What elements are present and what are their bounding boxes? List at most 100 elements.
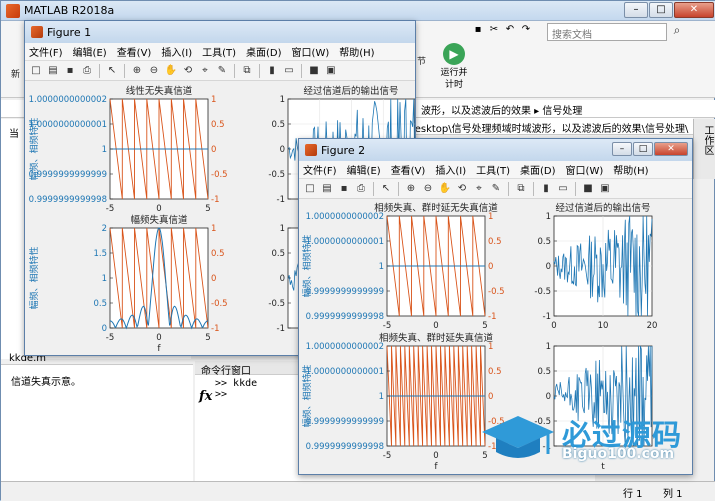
fig-close-button[interactable]: ✕ (654, 142, 688, 156)
open-icon[interactable]: ▤ (46, 64, 60, 78)
figure-2-toolbar: □ ▤ ▪ ⎙ ↖ ⊕ ⊖ ✋ ⟲ ⌖ ✎ ⧉ ▮ ▭ ■ ▣ (299, 179, 692, 199)
pan-icon[interactable]: ✋ (164, 64, 178, 78)
maximize-button[interactable]: □ (649, 2, 673, 18)
f1-s3-title: 幅频失真信道 (130, 214, 188, 226)
menu-desktop[interactable]: 桌面(D) (246, 44, 282, 59)
run-and-time-button[interactable]: ▶ 运行并 计时 (436, 43, 472, 91)
new-figure-icon[interactable]: □ (303, 182, 317, 196)
f2-s1-ytick-label: 1.0000000000002 (306, 212, 384, 222)
brush-icon[interactable]: ✎ (489, 182, 503, 196)
zoom-in-icon[interactable]: ⊕ (130, 64, 144, 78)
save-icon[interactable]: ▪ (337, 182, 351, 196)
f2-s3-ytick-right-label: 0 (488, 392, 493, 402)
brush-icon[interactable]: ✎ (215, 64, 229, 78)
colorbar-icon[interactable]: ▮ (265, 64, 279, 78)
f2-s1-title: 相频失真、群时延无失真信道 (374, 202, 498, 214)
pointer-icon[interactable]: ↖ (379, 182, 393, 196)
workspace-tab[interactable]: 工作区 (693, 119, 715, 179)
redo-icon[interactable]: ↷ (519, 23, 533, 37)
open-icon[interactable]: ▤ (320, 182, 334, 196)
fig-minimize-button[interactable]: – (612, 142, 632, 156)
menu-edit[interactable]: 编辑(E) (347, 162, 381, 177)
menu-insert[interactable]: 插入(I) (435, 162, 466, 177)
zoom-out-icon[interactable]: ⊖ (421, 182, 435, 196)
new-figure-icon[interactable]: □ (29, 64, 43, 78)
figure-1-title: Figure 1 (47, 25, 92, 39)
hide-tools-icon[interactable]: ■ (581, 182, 595, 196)
current-folder-path[interactable]: Desktop\信号处理频域时域波形，以及滤波后的效果\信号处理\ (403, 118, 693, 135)
cut-icon[interactable]: ✂ (487, 23, 501, 37)
menu-view[interactable]: 查看(V) (391, 162, 426, 177)
f1-s3-ytick-label: 1.5 (93, 249, 107, 259)
fig-maximize-button[interactable]: □ (633, 142, 653, 156)
search-icon[interactable]: ⌕ (669, 23, 685, 41)
menu-help[interactable]: 帮助(H) (613, 162, 648, 177)
f1-s3-ytick-label: 0.5 (93, 299, 107, 309)
f1-s3-ytick-right-label: -1 (211, 324, 219, 334)
f1-s1-ytick-label: 0.9999999999998 (29, 195, 107, 205)
menu-help[interactable]: 帮助(H) (339, 44, 374, 59)
graduation-cap-icon (482, 416, 554, 458)
f2-s4-ytick-label: 0 (546, 392, 551, 402)
f1-s3-xtick-label: -5 (106, 333, 114, 343)
f1-s2-ytick-label: 1 (280, 95, 285, 105)
title-bar: MATLAB R2018a – □ ✕ (1, 1, 715, 21)
dock-icon[interactable]: ▣ (324, 64, 338, 78)
menu-view[interactable]: 查看(V) (117, 44, 152, 59)
search-input[interactable]: 搜索文档 (547, 23, 667, 41)
data-cursor-icon[interactable]: ⌖ (472, 182, 486, 196)
link-icon[interactable]: ⧉ (240, 64, 254, 78)
f1-s1-ytick-right-label: 0.5 (211, 120, 225, 130)
menu-tools[interactable]: 工具(T) (476, 162, 510, 177)
f1-s1-ytick-right-label: -1 (211, 195, 219, 205)
colorbar-icon[interactable]: ▮ (539, 182, 553, 196)
menu-tools[interactable]: 工具(T) (202, 44, 236, 59)
legend-icon[interactable]: ▭ (282, 64, 296, 78)
f2-s2-ytick-label: -1 (543, 312, 551, 322)
zoom-in-icon[interactable]: ⊕ (404, 182, 418, 196)
zoom-out-icon[interactable]: ⊖ (147, 64, 161, 78)
minimize-button[interactable]: – (624, 2, 648, 18)
menu-insert[interactable]: 插入(I) (161, 44, 192, 59)
rotate-icon[interactable]: ⟲ (181, 64, 195, 78)
status-bar: 行 1 列 1 (1, 481, 715, 501)
f2-s1-xtick-label: 0 (433, 321, 438, 331)
print-icon[interactable]: ⎙ (354, 182, 368, 196)
f2-s3-xtick-label: 0 (433, 451, 438, 461)
save-icon[interactable]: ▪ (63, 64, 77, 78)
f2-s4-ytick-label: 1 (546, 342, 551, 352)
function-browser-icon[interactable]: fx (199, 389, 212, 404)
current-folder-text: Desktop\信号处理频域时域波形，以及滤波后的效果\信号处理\ (407, 124, 689, 135)
menu-window[interactable]: 窗口(W) (566, 162, 604, 177)
menu-file[interactable]: 文件(F) (29, 44, 63, 59)
f1-s3-ytick-right-label: -0.5 (211, 299, 228, 309)
data-cursor-icon[interactable]: ⌖ (198, 64, 212, 78)
save-icon[interactable]: ▪ (471, 23, 485, 37)
run-label: 运行并 (440, 68, 468, 78)
f2-s1-ytick-right-label: 0.5 (488, 237, 502, 247)
print-icon[interactable]: ⎙ (80, 64, 94, 78)
undo-icon[interactable]: ↶ (503, 23, 517, 37)
menu-edit[interactable]: 编辑(E) (73, 44, 107, 59)
menu-file[interactable]: 文件(F) (303, 162, 337, 177)
hide-tools-icon[interactable]: ■ (307, 64, 321, 78)
legend-icon[interactable]: ▭ (556, 182, 570, 196)
menu-window[interactable]: 窗口(W) (292, 44, 330, 59)
f1-s1-ytick-right-label: -0.5 (211, 170, 228, 180)
figure-icon (31, 26, 43, 38)
f1-s3-xlabel: f (157, 344, 161, 354)
dock-icon[interactable]: ▣ (598, 182, 612, 196)
close-button[interactable]: ✕ (674, 2, 714, 18)
f2-s2-xtick-label: 0 (551, 321, 556, 331)
pointer-icon[interactable]: ↖ (105, 64, 119, 78)
f2-s2-ytick-label: 1 (546, 212, 551, 222)
menu-desktop[interactable]: 桌面(D) (520, 162, 556, 177)
rotate-icon[interactable]: ⟲ (455, 182, 469, 196)
f2-s1-ytick-right-label: -0.5 (488, 287, 505, 297)
f2-s3-xlabel: f (434, 462, 438, 472)
f1-s2-ytick-label: -1 (277, 195, 285, 205)
pan-icon[interactable]: ✋ (438, 182, 452, 196)
f1-s4-ytick-label: 0 (280, 274, 285, 284)
f2-s3-ytick-label: 1.0000000000002 (306, 342, 384, 352)
link-icon[interactable]: ⧉ (514, 182, 528, 196)
